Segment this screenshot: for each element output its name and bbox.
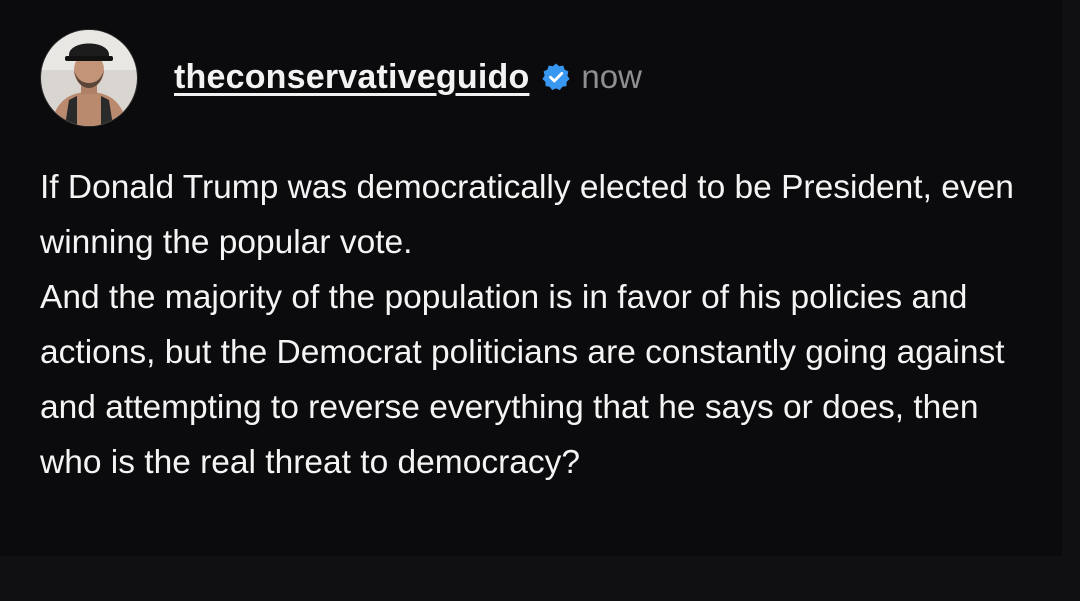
username-link[interactable]: theconservativeguido xyxy=(174,58,529,97)
post-paragraph: And the majority of the population is in… xyxy=(40,279,1005,481)
verified-badge-icon xyxy=(541,62,571,92)
timestamp: now xyxy=(581,58,642,95)
post-meta: theconservativeguido now xyxy=(174,58,642,97)
post-text: If Donald Trump was democratically elect… xyxy=(40,160,1030,490)
post-card: theconservativeguido now If Donald Trump… xyxy=(0,0,1062,556)
post-header: theconservativeguido now xyxy=(40,29,642,127)
post-paragraph: If Donald Trump was democratically elect… xyxy=(40,169,1014,261)
avatar[interactable] xyxy=(40,29,138,127)
profile-photo-icon xyxy=(41,30,137,126)
